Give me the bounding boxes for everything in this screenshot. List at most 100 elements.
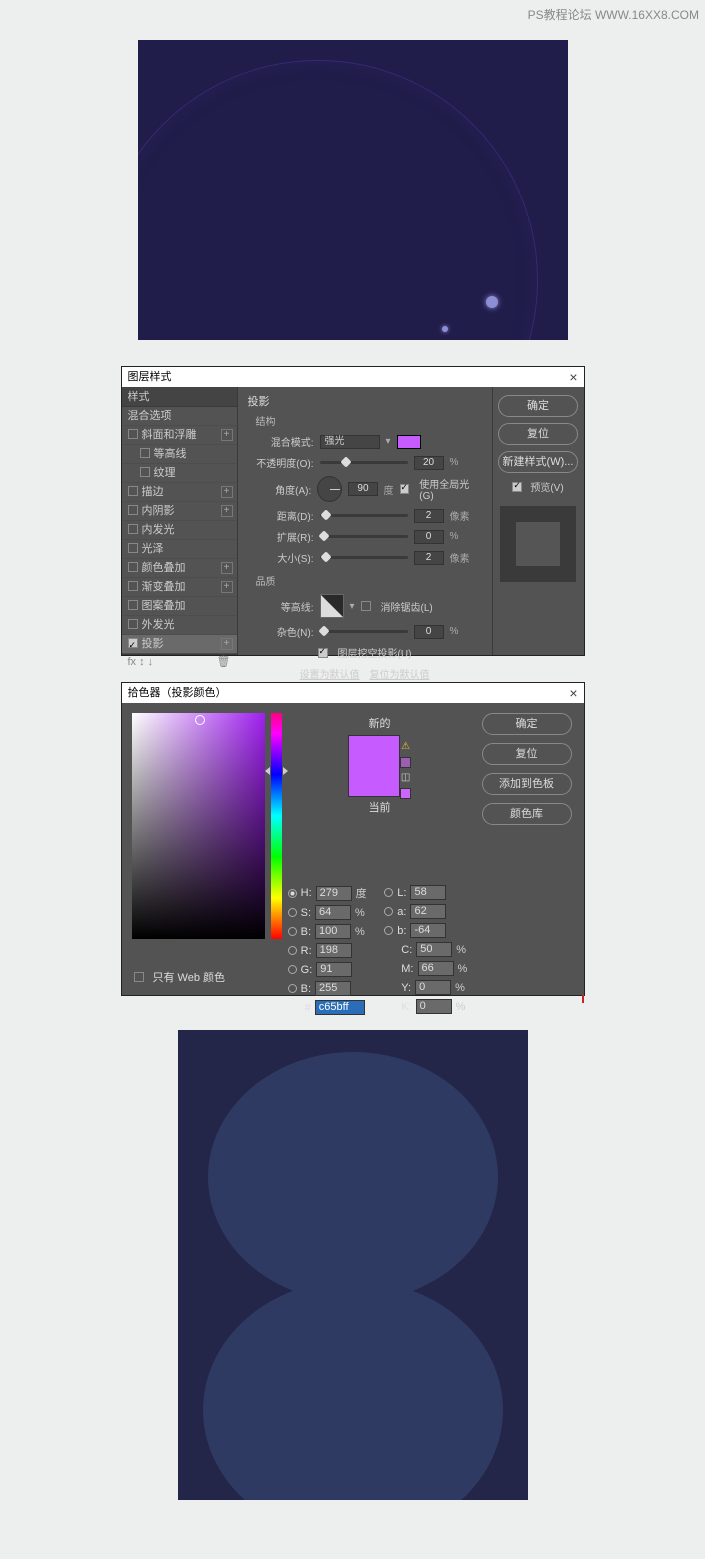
- layer-style-dialog: 图层样式 × 样式 混合选项 斜面和浮雕+ 等高线 纹理 描边+ 内阴影+ 内发…: [121, 366, 585, 656]
- style-color-overlay[interactable]: 颜色叠加+: [122, 559, 237, 578]
- knockout-label: 图层挖空投影(U): [338, 645, 412, 660]
- ok-button[interactable]: 确定: [498, 395, 578, 417]
- fx-icon[interactable]: fx ↕ ↓: [128, 656, 154, 668]
- knockout-checkbox[interactable]: [318, 648, 328, 658]
- style-bevel[interactable]: 斜面和浮雕+: [122, 426, 237, 445]
- plus-icon[interactable]: +: [221, 486, 233, 498]
- reset-default-link[interactable]: 复位为默认值: [370, 666, 430, 681]
- close-icon[interactable]: ×: [569, 367, 577, 387]
- radio-a[interactable]: [384, 907, 393, 916]
- distance-value[interactable]: 2: [414, 509, 444, 523]
- style-gradient-overlay[interactable]: 渐变叠加+: [122, 578, 237, 597]
- style-contour-sub[interactable]: 等高线: [122, 445, 237, 464]
- dialog-buttons-column: 确定 复位 新建样式(W)... 预览(V): [492, 387, 584, 655]
- input-a[interactable]: 62: [410, 904, 446, 919]
- input-y[interactable]: 0: [415, 980, 451, 995]
- blend-mode-select[interactable]: 强光: [320, 435, 380, 449]
- preview-checkbox[interactable]: [512, 482, 522, 492]
- canvas-preview-top: [138, 40, 568, 340]
- input-g[interactable]: 91: [316, 962, 352, 977]
- style-stroke[interactable]: 描边+: [122, 483, 237, 502]
- shadow-color-swatch[interactable]: [397, 435, 421, 449]
- input-b2[interactable]: -64: [410, 923, 446, 938]
- plus-icon[interactable]: +: [221, 562, 233, 574]
- style-inner-glow[interactable]: 内发光: [122, 521, 237, 540]
- radio-b2[interactable]: [384, 926, 393, 935]
- make-default-link[interactable]: 设置为默认值: [300, 666, 360, 681]
- picker-cancel-button[interactable]: 复位: [482, 743, 572, 765]
- color-cursor[interactable]: [195, 715, 205, 725]
- radio-g[interactable]: [288, 965, 297, 974]
- contour-picker[interactable]: [320, 594, 344, 618]
- style-outer-glow[interactable]: 外发光: [122, 616, 237, 635]
- add-swatch-button[interactable]: 添加到色板: [482, 773, 572, 795]
- plus-icon[interactable]: +: [221, 429, 233, 441]
- plus-icon[interactable]: +: [221, 581, 233, 593]
- picker-title: 拾色器（投影颜色）: [128, 683, 227, 703]
- glow-dot-small: [442, 326, 448, 332]
- spread-label: 扩展(R):: [248, 529, 314, 544]
- size-slider[interactable]: [320, 556, 408, 559]
- spread-slider[interactable]: [320, 535, 408, 538]
- input-h[interactable]: 279: [316, 886, 352, 901]
- input-b[interactable]: 100: [315, 924, 351, 939]
- distance-slider[interactable]: [320, 514, 408, 517]
- picker-titlebar[interactable]: 拾色器（投影颜色） ×: [122, 683, 584, 703]
- style-inner-shadow[interactable]: 内阴影+: [122, 502, 237, 521]
- input-hex[interactable]: c65bff: [315, 1000, 365, 1015]
- radio-b[interactable]: [288, 927, 297, 936]
- picker-ok-button[interactable]: 确定: [482, 713, 572, 735]
- spread-value[interactable]: 0: [414, 530, 444, 544]
- watermark: PS教程论坛 WWW.16XX8.COM: [528, 6, 699, 23]
- saturation-value-field[interactable]: [132, 713, 266, 939]
- cancel-button[interactable]: 复位: [498, 423, 578, 445]
- websafe-swatch[interactable]: [400, 788, 411, 799]
- global-light-checkbox[interactable]: [400, 484, 410, 494]
- style-preview: [500, 506, 576, 582]
- angle-value[interactable]: 90: [348, 482, 377, 496]
- radio-bb[interactable]: [288, 984, 297, 993]
- input-m[interactable]: 66: [418, 961, 454, 976]
- input-s[interactable]: 64: [315, 905, 351, 920]
- new-style-button[interactable]: 新建样式(W)...: [498, 451, 578, 473]
- color-lib-button[interactable]: 颜色库: [482, 803, 572, 825]
- radio-h[interactable]: [288, 889, 297, 898]
- new-current-swatch[interactable]: [348, 735, 400, 797]
- input-r[interactable]: 198: [316, 943, 352, 958]
- size-value[interactable]: 2: [414, 551, 444, 565]
- glow-dot-large: [486, 296, 498, 308]
- noise-slider[interactable]: [320, 630, 408, 633]
- dialog-titlebar[interactable]: 图层样式 ×: [122, 367, 584, 387]
- radio-s[interactable]: [288, 908, 297, 917]
- input-bb[interactable]: 255: [315, 981, 351, 996]
- style-texture-sub[interactable]: 纹理: [122, 464, 237, 483]
- radio-r[interactable]: [288, 946, 297, 955]
- style-satin[interactable]: 光泽: [122, 540, 237, 559]
- gamut-warning-icon[interactable]: ⚠: [400, 741, 412, 753]
- close-icon[interactable]: ×: [569, 683, 577, 703]
- input-k[interactable]: 0: [416, 999, 452, 1014]
- style-blend-options[interactable]: 混合选项: [122, 407, 237, 426]
- websafe-warning-icon[interactable]: ◫: [400, 772, 412, 784]
- antialias-checkbox[interactable]: [361, 601, 371, 611]
- angle-dial[interactable]: [317, 476, 342, 502]
- hue-slider[interactable]: [271, 713, 282, 939]
- input-c[interactable]: 50: [416, 942, 452, 957]
- web-only-label: 只有 Web 颜色: [153, 969, 226, 985]
- style-pattern-overlay[interactable]: 图案叠加: [122, 597, 237, 616]
- web-only-checkbox[interactable]: [134, 972, 144, 982]
- gamut-swatch[interactable]: [400, 757, 411, 768]
- plus-icon[interactable]: +: [221, 505, 233, 517]
- input-l[interactable]: 58: [410, 885, 446, 900]
- noise-label: 杂色(N):: [248, 624, 314, 639]
- opacity-slider[interactable]: [320, 461, 408, 464]
- style-drop-shadow[interactable]: 投影+: [122, 635, 237, 654]
- plus-icon[interactable]: +: [221, 638, 233, 650]
- noise-value[interactable]: 0: [414, 625, 444, 639]
- radio-l[interactable]: [384, 888, 393, 897]
- opacity-value[interactable]: 20: [414, 456, 444, 470]
- current-label: 当前: [369, 799, 391, 815]
- trash-icon[interactable]: 🗑: [217, 655, 231, 668]
- color-picker-dialog: 拾色器（投影颜色） × 新的 ⚠ ◫: [121, 682, 585, 996]
- size-label: 大小(S):: [248, 550, 314, 565]
